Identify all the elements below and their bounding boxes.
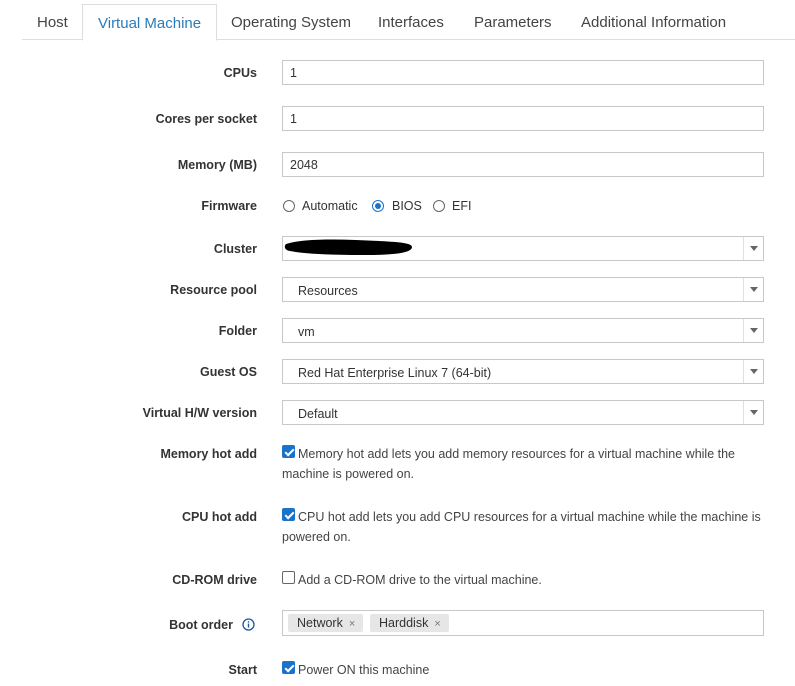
folder-label: Folder: [218, 324, 257, 338]
tab-parameters[interactable]: Parameters: [459, 4, 567, 40]
resource-pool-select[interactable]: Resources: [282, 277, 764, 302]
firmware-label: Firmware: [201, 199, 257, 213]
memory-label: Memory (MB): [177, 158, 257, 172]
guest-os-value: Red Hat Enterprise Linux 7 (64-bit): [298, 366, 492, 380]
tab-host[interactable]: Host: [22, 4, 83, 40]
tab-interfaces[interactable]: Interfaces: [363, 4, 459, 40]
memory-hot-add-line-2: machine is powered on.: [282, 467, 415, 481]
start-checkbox[interactable]: [282, 661, 295, 674]
resource-pool-label: Resource pool: [170, 283, 257, 297]
firmware-bios-radio[interactable]: [372, 200, 384, 212]
memory-hot-add-line-1: Memory hot add lets you add memory resou…: [298, 447, 735, 461]
boot-order-tag-network: Network ×: [288, 614, 364, 632]
cpus-input[interactable]: [282, 60, 764, 85]
chevron-down-icon: [743, 237, 763, 260]
firmware-automatic-radio[interactable]: [283, 200, 295, 212]
chevron-down-icon: [743, 319, 763, 342]
hw-version-label: Virtual H/W version: [142, 406, 257, 420]
memory-hot-add-label: Memory hot add: [160, 447, 257, 461]
hw-version-value: Default: [298, 407, 338, 421]
tab-additional-information[interactable]: Additional Information: [566, 4, 741, 40]
redaction-mark: [284, 239, 412, 255]
cdrom-label: CD-ROM drive: [172, 573, 257, 587]
cores-per-socket-label: Cores per socket: [155, 112, 257, 126]
boot-order-multiselect[interactable]: Network × Harddisk ×: [282, 610, 764, 636]
tag-label: Network: [297, 616, 343, 630]
cpu-hot-add-description: CPU hot add lets you add CPU resources f…: [282, 507, 767, 547]
cdrom-description: Add a CD-ROM drive to the virtual machin…: [298, 573, 542, 587]
boot-order-tag-harddisk: Harddisk ×: [370, 614, 449, 632]
remove-tag-icon[interactable]: ×: [434, 618, 440, 630]
cores-per-socket-input[interactable]: [282, 106, 764, 131]
cpu-hot-add-line-1: CPU hot add lets you add CPU resources f…: [298, 510, 761, 524]
info-icon[interactable]: [242, 618, 255, 631]
start-description: Power ON this machine: [298, 663, 430, 677]
firmware-efi-label[interactable]: EFI: [452, 199, 471, 213]
guest-os-label: Guest OS: [200, 365, 257, 379]
firmware-automatic-label[interactable]: Automatic: [302, 199, 358, 213]
memory-input[interactable]: [282, 152, 764, 177]
tab-bar: Host Virtual Machine Operating System In…: [22, 4, 795, 41]
firmware-efi-radio[interactable]: [433, 200, 445, 212]
remove-tag-icon[interactable]: ×: [349, 618, 355, 630]
memory-hot-add-description: Memory hot add lets you add memory resou…: [282, 444, 767, 484]
folder-value: vm: [298, 325, 315, 339]
tag-label: Harddisk: [379, 616, 429, 630]
start-label: Start: [228, 663, 257, 677]
tab-virtual-machine[interactable]: Virtual Machine: [82, 4, 218, 41]
cpus-label: CPUs: [223, 66, 257, 80]
chevron-down-icon: [743, 401, 763, 424]
guest-os-select[interactable]: Red Hat Enterprise Linux 7 (64-bit): [282, 359, 764, 384]
chevron-down-icon: [743, 360, 763, 383]
resource-pool-value: Resources: [298, 284, 358, 298]
boot-order-label: Boot order: [169, 618, 233, 632]
tab-operating-system[interactable]: Operating System: [216, 4, 366, 40]
hw-version-select[interactable]: Default: [282, 400, 764, 425]
cpu-hot-add-label: CPU hot add: [182, 510, 257, 524]
cdrom-checkbox[interactable]: [282, 571, 295, 584]
firmware-bios-label[interactable]: BIOS: [392, 199, 422, 213]
cluster-label: Cluster: [213, 242, 257, 256]
chevron-down-icon: [743, 278, 763, 301]
folder-select[interactable]: vm: [282, 318, 764, 343]
cpu-hot-add-line-2: powered on.: [282, 530, 351, 544]
